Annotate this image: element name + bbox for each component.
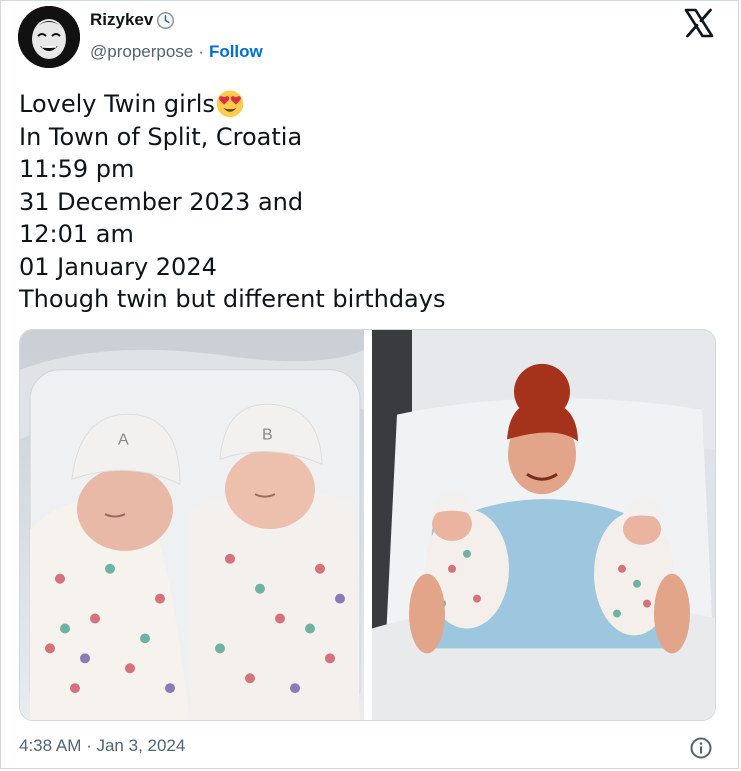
avatar[interactable] <box>18 6 80 68</box>
tweet-line-7: Though twin but different birthdays <box>19 285 446 313</box>
tweet-text: Lovely Twin girls In Town of Split, Croa… <box>19 88 445 316</box>
separator-dot: · <box>198 42 204 61</box>
author-handle[interactable]: @properpose <box>90 42 193 62</box>
heart-eyes-emoji-icon <box>216 90 244 118</box>
clock-icon <box>157 11 175 29</box>
tweet-line-1: Lovely Twin girls <box>19 88 445 121</box>
author-name[interactable]: Rizykev <box>90 10 153 30</box>
tweet-line-2: In Town of Split, Croatia <box>19 122 303 151</box>
media-grid: A B <box>19 329 716 721</box>
tweet-line-5: 12:01 am <box>19 220 134 248</box>
photo-twin-babies[interactable]: A B <box>20 330 364 720</box>
tweet-card: Rizykev @properpose · Follow Lovely Twin… <box>0 0 739 769</box>
svg-text:A: A <box>118 431 129 448</box>
tweet-line-6: 01 January 2024 <box>19 252 217 281</box>
photo-mother-with-twins[interactable] <box>372 330 716 720</box>
tweet-timestamp[interactable]: 4:38 AM · Jan 3, 2024 <box>19 736 185 756</box>
x-logo-icon[interactable] <box>683 7 715 39</box>
info-icon[interactable] <box>689 736 713 760</box>
follow-button[interactable]: Follow <box>209 42 263 62</box>
svg-text:B: B <box>262 426 273 443</box>
tweet-line-3: 11:59 pm <box>19 155 135 183</box>
tweet-line-4: 31 December 2023 and <box>19 187 304 216</box>
avatar-face-icon <box>18 6 80 68</box>
